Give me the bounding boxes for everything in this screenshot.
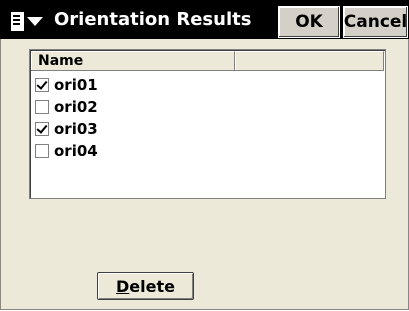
list-item-label: ori02 [54,98,98,116]
window-menu-button[interactable] [4,6,49,36]
chevron-down-icon [27,16,43,26]
list-item[interactable]: ori01 [35,74,98,96]
list-rows: ori01 ori02 ori03 ori04 [35,74,98,162]
page-title: Orientation Results [54,9,252,30]
list-item[interactable]: ori02 [35,96,98,118]
delete-button-mnemonic: D [116,276,130,296]
checkbox[interactable] [35,100,49,114]
cancel-button[interactable]: Cancel [343,6,408,38]
document-menu-icon [10,10,25,32]
list-item-label: ori04 [54,142,98,160]
checkbox[interactable] [35,144,49,158]
results-list[interactable]: Name ori01 ori02 ori03 ori04 [29,49,386,199]
list-item-label: ori03 [54,120,98,138]
delete-button-label: elete [129,276,175,296]
list-item[interactable]: ori03 [35,118,98,140]
column-header-empty[interactable] [235,51,384,70]
checkbox[interactable] [35,122,49,136]
delete-button[interactable]: Delete [97,272,194,300]
ok-button[interactable]: OK [278,6,340,38]
column-header-name[interactable]: Name [31,51,236,70]
list-header: Name [31,51,384,71]
title-bar: Orientation Results OK Cancel [0,0,409,39]
checkbox[interactable] [35,78,49,92]
list-item[interactable]: ori04 [35,140,98,162]
list-item-label: ori01 [54,76,98,94]
